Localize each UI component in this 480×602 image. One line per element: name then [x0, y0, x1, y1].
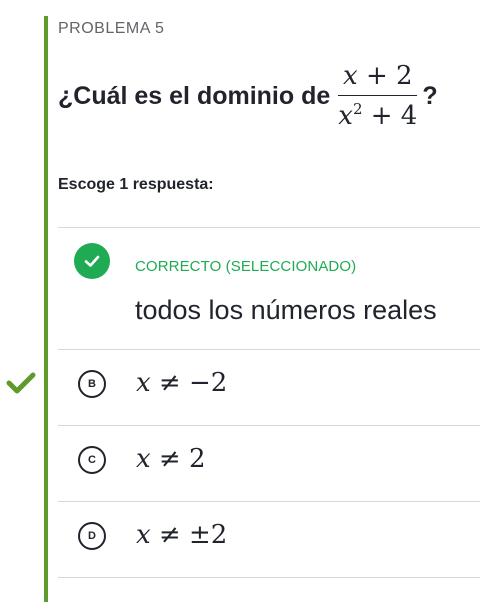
fraction-numerator: x + 2: [343, 60, 413, 91]
choice-d-letter: D: [78, 522, 106, 550]
problem-accent-bar: [44, 16, 48, 602]
choice-c-letter: C: [78, 446, 106, 474]
choice-d[interactable]: D x ≠ ±2: [58, 502, 480, 577]
problem-label: PROBLEMA 5: [58, 20, 165, 37]
question-text: ¿Cuál es el dominio de x + 2 x2 + 4 ?: [58, 56, 480, 136]
correct-badge: [74, 243, 110, 279]
choice-c[interactable]: C x ≠ 2: [58, 426, 480, 501]
answer-prompt: Escoge 1 respuesta:: [58, 176, 214, 193]
correct-status-label: CORRECTO (SELECCIONADO): [135, 258, 357, 275]
question-suffix: ?: [422, 81, 438, 110]
choice-b-math: x ≠ −2: [136, 368, 228, 398]
correct-check-icon: [6, 372, 36, 394]
choice-b[interactable]: B x ≠ −2: [58, 350, 480, 425]
question-prefix: ¿Cuál es el dominio de: [58, 81, 331, 110]
choice-b-letter: B: [78, 370, 106, 398]
fraction-denominator: x2 + 4: [338, 100, 418, 132]
checkmark-icon: [84, 255, 100, 267]
question-fraction: x + 2 x2 + 4: [338, 60, 418, 132]
choice-d-math: x ≠ ±2: [136, 520, 228, 550]
divider: [58, 577, 480, 578]
choice-a-text: todos los números reales: [135, 295, 437, 325]
choice-a[interactable]: CORRECTO (SELECCIONADO) todos los número…: [58, 227, 480, 349]
choice-c-math: x ≠ 2: [136, 444, 206, 474]
